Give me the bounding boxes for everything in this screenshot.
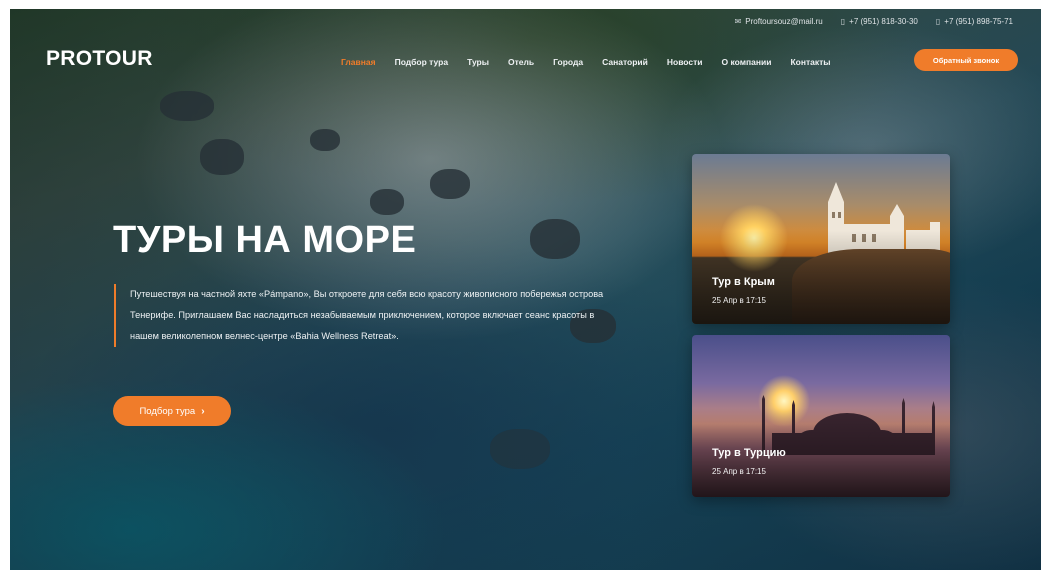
email-text: Proftoursouz@mail.ru (745, 17, 823, 26)
card-date: 25 Апр в 17:15 (712, 467, 766, 476)
rock-decoration (430, 169, 470, 199)
rock-decoration (200, 139, 244, 175)
nav-item-tours[interactable]: Туры (467, 57, 489, 67)
callback-button[interactable]: Обратный звонок (914, 49, 1018, 71)
nav-item-news[interactable]: Новости (667, 57, 703, 67)
rock-decoration (310, 129, 340, 151)
nav-item-sanatorium[interactable]: Санаторий (602, 57, 648, 67)
chevron-right-icon: › (201, 405, 205, 417)
hero-background: ✉ Proftoursouz@mail.ru ▯ +7 (951) 818-30… (10, 9, 1041, 570)
top-contact-bar: ✉ Proftoursouz@mail.ru ▯ +7 (951) 818-30… (735, 17, 1013, 26)
tour-selection-button[interactable]: Подбор тура › (113, 396, 231, 426)
nav-item-hotel[interactable]: Отель (508, 57, 534, 67)
phone-contact-2[interactable]: ▯ +7 (951) 898-75-71 (936, 17, 1013, 26)
phone-contact-1[interactable]: ▯ +7 (951) 818-30-30 (841, 17, 918, 26)
tour-card-crimea[interactable]: Тур в Крым 25 Апр в 17:15 (692, 154, 950, 324)
phone-icon: ▯ (840, 17, 846, 26)
hero-title: ТУРЫ НА МОРЕ (113, 219, 417, 261)
phone-text-1: +7 (951) 818-30-30 (849, 17, 918, 26)
cta-label: Подбор тура (139, 405, 196, 417)
card-date: 25 Апр в 17:15 (712, 296, 766, 305)
rock-decoration (370, 189, 404, 215)
card-title: Тур в Крым (712, 276, 775, 288)
site-logo[interactable]: PROTOUR (46, 47, 153, 71)
nav-item-cities[interactable]: Города (553, 57, 583, 67)
phone-icon: ▯ (935, 17, 941, 26)
mail-icon: ✉ (734, 17, 742, 26)
hero-description: Путешествуя на частной яхте «Pámpano», В… (114, 284, 614, 347)
card-title: Тур в Турцию (712, 447, 786, 459)
nav-item-contacts[interactable]: Контакты (790, 57, 830, 67)
email-contact[interactable]: ✉ Proftoursouz@mail.ru (735, 17, 823, 26)
nav-item-about[interactable]: О компании (722, 57, 772, 67)
nav-item-tour-selection[interactable]: Подбор тура (395, 57, 449, 67)
tour-card-turkey[interactable]: Тур в Турцию 25 Апр в 17:15 (692, 335, 950, 497)
nav-item-home[interactable]: Главная (341, 57, 376, 67)
phone-text-2: +7 (951) 898-75-71 (944, 17, 1013, 26)
main-navigation: Главная Подбор тура Туры Отель Города Са… (341, 57, 831, 67)
rock-decoration (530, 219, 580, 259)
rock-decoration (490, 429, 550, 469)
rock-decoration (160, 91, 214, 121)
